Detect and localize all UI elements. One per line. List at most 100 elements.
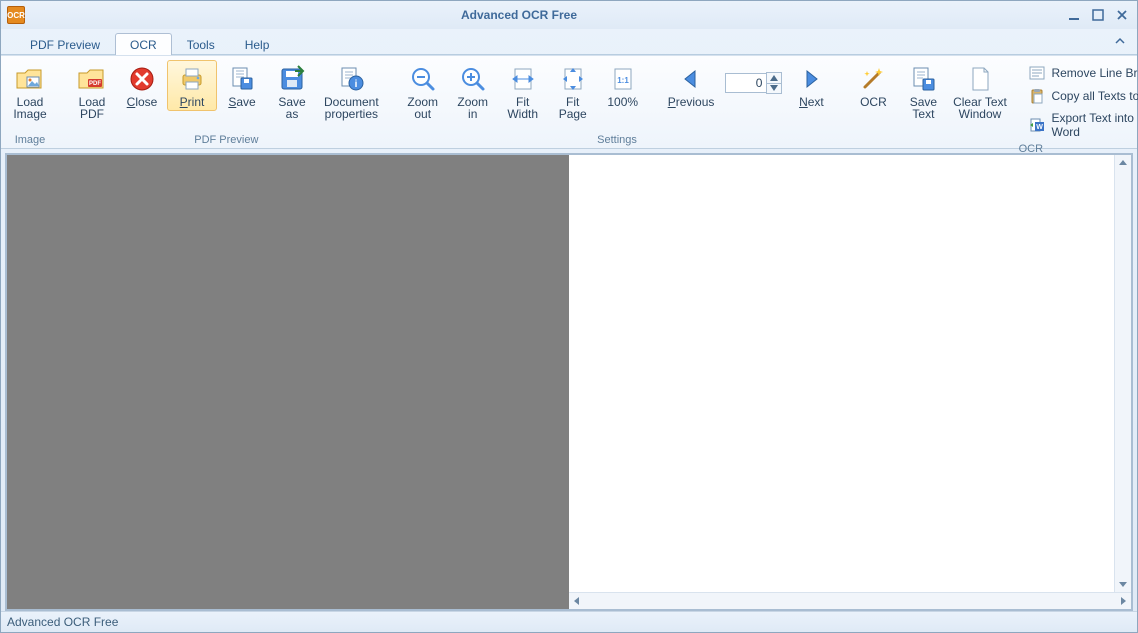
save-button[interactable]: Save	[217, 60, 267, 111]
print-label: Print	[180, 96, 205, 108]
save-as-button[interactable]: Save as	[267, 60, 317, 123]
fit-width-button[interactable]: Fit Width	[498, 60, 548, 123]
zoom-in-icon	[457, 63, 489, 95]
tab-pdf-preview[interactable]: PDF Preview	[15, 33, 115, 55]
load-image-label: Load Image	[13, 96, 46, 120]
page-spin-down[interactable]	[767, 84, 781, 94]
tab-tools[interactable]: Tools	[172, 33, 230, 55]
zoom-in-button[interactable]: Zoom in	[448, 60, 498, 123]
page-number-input[interactable]	[725, 73, 766, 93]
save-as-icon	[276, 63, 308, 95]
fit-page-icon	[557, 63, 589, 95]
preview-pane	[7, 155, 569, 609]
zoom-out-label: Zoom out	[407, 96, 438, 120]
save-as-label: Save as	[278, 96, 305, 120]
remove-breaks-icon	[1029, 65, 1045, 81]
scroll-right-icon[interactable]	[1117, 595, 1129, 607]
zoom-100-label: 100%	[607, 96, 638, 108]
print-icon	[176, 63, 208, 95]
print-button[interactable]: Print	[167, 60, 217, 111]
close-label: Close	[127, 96, 158, 108]
ocr-run-label: OCR	[860, 96, 887, 108]
group-image-label: Image	[5, 133, 55, 148]
tab-ocr[interactable]: OCR	[115, 33, 172, 55]
arrow-right-icon	[795, 63, 827, 95]
next-page-button[interactable]: Next	[786, 60, 836, 111]
vertical-scrollbar[interactable]	[1114, 155, 1131, 592]
ribbon-tabs: PDF Preview OCR Tools Help	[1, 29, 1137, 55]
page-spinner[interactable]	[766, 72, 782, 94]
save-label: Save	[228, 96, 255, 108]
save-text-icon	[907, 63, 939, 95]
app-icon: OCR	[7, 6, 25, 24]
document-properties-label: Document properties	[324, 96, 379, 120]
document-properties-icon: i	[335, 63, 367, 95]
zoom-out-button[interactable]: Zoom out	[398, 60, 448, 123]
scroll-left-icon[interactable]	[571, 595, 583, 607]
close-button[interactable]	[1113, 8, 1131, 22]
svg-text:1:1: 1:1	[617, 76, 629, 85]
arrow-left-icon	[675, 63, 707, 95]
ocr-text-area[interactable]	[569, 155, 1114, 592]
group-settings: Zoom out Zoom in Fit Width	[394, 56, 841, 148]
document-properties-button[interactable]: i Document properties	[317, 60, 386, 123]
folder-pdf-icon: PDF	[76, 63, 108, 95]
save-text-label: Save Text	[910, 96, 937, 120]
group-ocr: OCR Save Text Clear Text Window	[844, 56, 1138, 148]
ocr-run-button[interactable]: OCR	[848, 60, 898, 111]
fit-width-label: Fit Width	[507, 96, 538, 120]
fit-page-button[interactable]: Fit Page	[548, 60, 598, 123]
close-doc-button[interactable]: Close	[117, 60, 167, 111]
svg-text:W: W	[1037, 124, 1044, 131]
minimize-button[interactable]	[1065, 8, 1083, 22]
zoom-100-button[interactable]: 1:1 100%	[598, 60, 648, 111]
copy-all-texts-label: Copy all Texts to Clipboard	[1051, 89, 1138, 103]
group-pdf-preview: PDF Load PDF Close Print	[63, 56, 390, 148]
svg-text:PDF: PDF	[89, 81, 101, 87]
folder-image-icon	[14, 63, 46, 95]
svg-text:i: i	[355, 79, 358, 90]
titlebar: OCR Advanced OCR Free	[1, 1, 1137, 29]
remove-line-breaks-label: Remove Line Breaks	[1051, 66, 1138, 80]
fit-page-label: Fit Page	[559, 96, 587, 120]
tab-help[interactable]: Help	[230, 33, 285, 55]
scroll-up-icon[interactable]	[1117, 157, 1129, 169]
group-pdf-preview-label: PDF Preview	[67, 133, 386, 148]
collapse-ribbon-button[interactable]	[1111, 33, 1129, 49]
zoom-in-label: Zoom in	[457, 96, 488, 120]
word-export-icon: W	[1029, 117, 1045, 133]
group-image: Load Image Image	[1, 56, 59, 148]
previous-label: Previous	[668, 96, 715, 108]
clipboard-icon	[1029, 88, 1045, 104]
status-text: Advanced OCR Free	[7, 615, 118, 629]
save-icon	[226, 63, 258, 95]
fit-width-icon	[507, 63, 539, 95]
clear-text-button[interactable]: Clear Text Window	[948, 60, 1011, 123]
load-pdf-button[interactable]: PDF Load PDF	[67, 60, 117, 123]
export-word-label: Export Text into Microsoft Word	[1051, 111, 1138, 139]
export-word-button[interactable]: W Export Text into Microsoft Word	[1022, 108, 1138, 142]
copy-all-texts-button[interactable]: Copy all Texts to Clipboard	[1022, 85, 1138, 107]
percent-100-icon: 1:1	[607, 63, 639, 95]
statusbar: Advanced OCR Free	[1, 611, 1137, 632]
load-image-button[interactable]: Load Image	[5, 60, 55, 123]
remove-line-breaks-button[interactable]: Remove Line Breaks	[1022, 62, 1138, 84]
window-title: Advanced OCR Free	[33, 8, 1005, 22]
group-settings-label: Settings	[398, 133, 837, 148]
page-spin-up[interactable]	[767, 73, 781, 84]
maximize-button[interactable]	[1089, 8, 1107, 22]
clear-text-label: Clear Text Window	[953, 96, 1007, 120]
content-area	[5, 153, 1133, 611]
load-pdf-label: Load PDF	[79, 96, 106, 120]
next-label: Next	[799, 96, 824, 108]
save-text-button[interactable]: Save Text	[898, 60, 948, 123]
zoom-out-icon	[407, 63, 439, 95]
close-icon	[126, 63, 158, 95]
page-number-field[interactable]	[725, 72, 782, 94]
previous-page-button[interactable]: Previous	[661, 60, 722, 111]
magic-wand-icon	[857, 63, 889, 95]
blank-page-icon	[964, 63, 996, 95]
scroll-down-icon[interactable]	[1117, 578, 1129, 590]
ribbon: Load Image Image PDF Load PDF Clo	[1, 55, 1137, 149]
horizontal-scrollbar[interactable]	[569, 592, 1131, 609]
